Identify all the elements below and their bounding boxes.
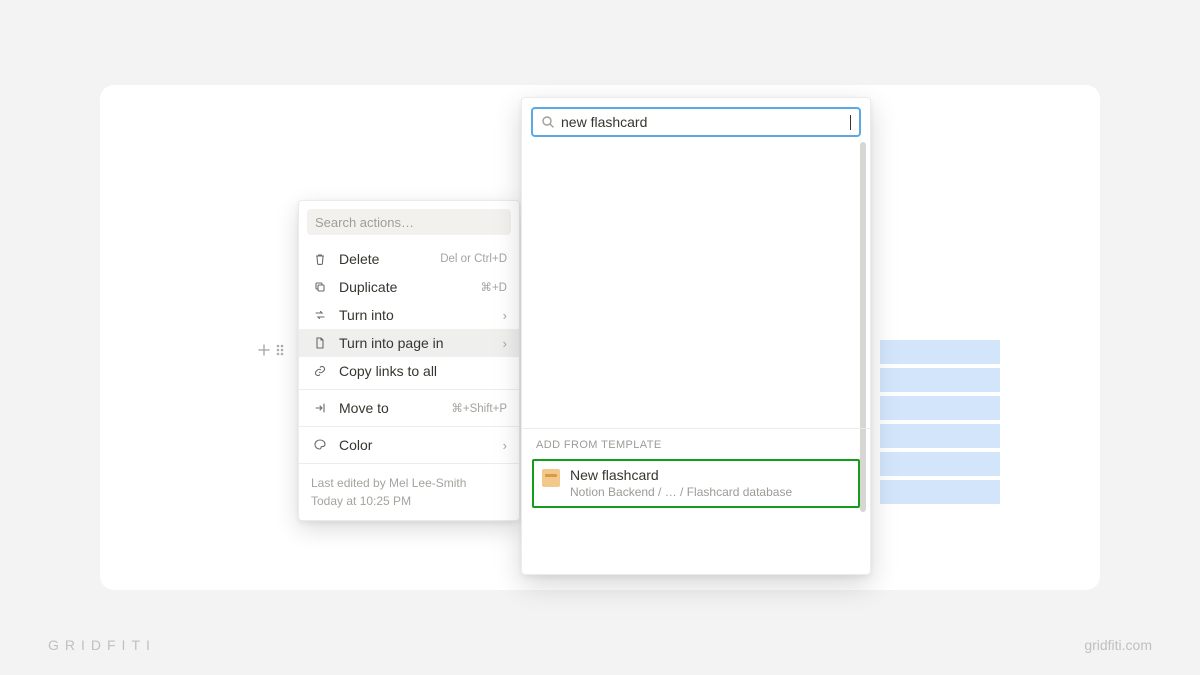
text-caret xyxy=(850,115,851,130)
menu-divider xyxy=(299,389,519,390)
menu-turn-into[interactable]: Turn into › xyxy=(299,301,519,329)
search-actions-input[interactable]: Search actions… xyxy=(307,209,511,235)
menu-item-hint: Del or Ctrl+D xyxy=(440,253,507,265)
chevron-right-icon: › xyxy=(503,336,507,351)
last-edited-by: Last edited by Mel Lee-Smith xyxy=(311,474,507,492)
section-label: ADD FROM TEMPLATE xyxy=(522,429,870,457)
menu-item-label: Turn into page in xyxy=(339,335,503,351)
menu-move-to[interactable]: Move to ⌘+Shift+P xyxy=(299,394,519,422)
template-title: New flashcard xyxy=(570,467,792,483)
template-path: Notion Backend / … / Flashcard database xyxy=(570,485,792,499)
chevron-right-icon: › xyxy=(503,438,507,453)
menu-item-label: Move to xyxy=(339,400,451,416)
block-context-menu: Search actions… Delete Del or Ctrl+D Dup… xyxy=(298,200,520,521)
content-card: Search actions… Delete Del or Ctrl+D Dup… xyxy=(100,85,1100,590)
menu-color[interactable]: Color › xyxy=(299,431,519,459)
trash-icon xyxy=(311,252,329,266)
move-to-icon xyxy=(311,401,329,415)
turn-into-icon xyxy=(311,308,329,322)
page-icon xyxy=(311,336,329,350)
menu-divider xyxy=(299,463,519,464)
menu-item-label: Delete xyxy=(339,251,440,267)
brand-url: gridfiti.com xyxy=(1084,637,1152,653)
search-icon xyxy=(541,115,555,129)
brand-wordmark: GRIDFITI xyxy=(48,637,156,653)
menu-item-hint: ⌘+Shift+P xyxy=(451,401,507,415)
page-search-popover: new flashcard ADD FROM TEMPLATE New flas… xyxy=(521,97,871,575)
menu-copy-links[interactable]: Copy links to all xyxy=(299,357,519,385)
background-selection-bars xyxy=(880,340,1000,508)
link-icon xyxy=(311,364,329,378)
add-block-icon[interactable] xyxy=(257,343,271,357)
menu-duplicate[interactable]: Duplicate ⌘+D xyxy=(299,273,519,301)
color-icon xyxy=(311,438,329,452)
block-handles[interactable] xyxy=(257,343,285,357)
menu-item-label: Duplicate xyxy=(339,279,480,295)
duplicate-icon xyxy=(311,280,329,294)
chevron-right-icon: › xyxy=(503,308,507,323)
menu-delete[interactable]: Delete Del or Ctrl+D xyxy=(299,245,519,273)
popover-results: ADD FROM TEMPLATE New flashcard Notion B… xyxy=(522,428,870,508)
menu-item-hint: ⌘+D xyxy=(480,280,507,294)
menu-item-label: Copy links to all xyxy=(339,363,507,379)
popover-search[interactable]: new flashcard xyxy=(531,107,861,137)
last-edited-time: Today at 10:25 PM xyxy=(311,492,507,510)
menu-divider xyxy=(299,426,519,427)
menu-meta: Last edited by Mel Lee-Smith Today at 10… xyxy=(299,466,519,520)
template-icon xyxy=(542,469,560,487)
menu-item-label: Color xyxy=(339,437,503,453)
menu-item-label: Turn into xyxy=(339,307,503,323)
drag-handle-icon[interactable] xyxy=(275,343,285,357)
menu-turn-into-page-in[interactable]: Turn into page in › xyxy=(299,329,519,357)
search-input-value[interactable]: new flashcard xyxy=(561,114,844,130)
template-result-new-flashcard[interactable]: New flashcard Notion Backend / … / Flash… xyxy=(532,459,860,508)
